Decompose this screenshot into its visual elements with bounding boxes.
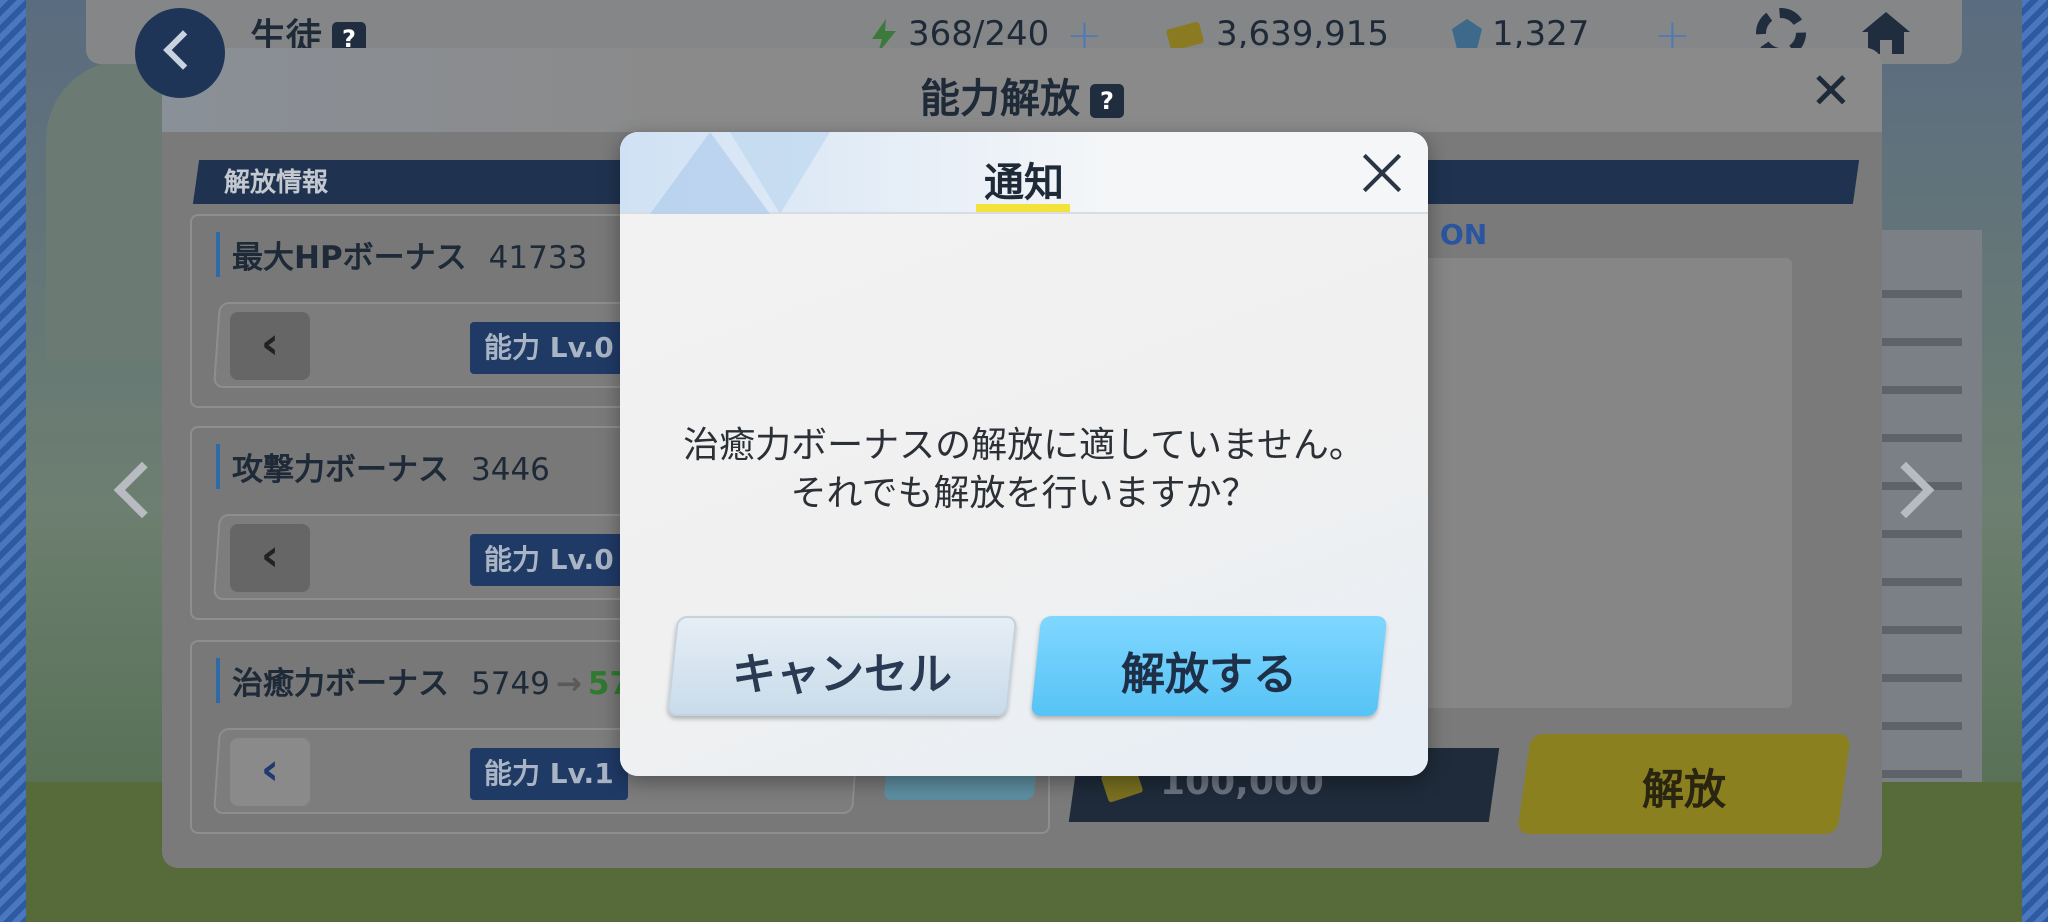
decrease-level-button[interactable]: ‹ xyxy=(230,524,310,592)
confirm-release-button-label: 解放する xyxy=(1121,649,1297,700)
credit-coin-icon xyxy=(1166,21,1204,51)
bonus-row: 最大HPボーナス 41733 xyxy=(216,232,587,277)
dialog-close-icon[interactable] xyxy=(1360,150,1404,194)
bonus-value: 3446 xyxy=(471,452,550,488)
decrease-level-button[interactable]: ‹ xyxy=(230,738,310,806)
bonus-name: 治癒力ボーナス xyxy=(232,666,449,702)
status-on-label: ON xyxy=(1440,218,1488,251)
release-button-label: 解放 xyxy=(1641,765,1726,814)
level-chip: 能力 Lv.1 xyxy=(470,748,628,800)
right-border-stripe xyxy=(2022,0,2048,922)
bonus-value: 41733 xyxy=(488,240,588,276)
decrease-level-button[interactable]: ‹ xyxy=(230,312,310,380)
bonus-name: 攻撃力ボーナス xyxy=(232,452,449,488)
bonus-row: 治癒力ボーナス 5749 → 57 xyxy=(216,658,631,703)
dialog-message-line1: 治癒力ボーナスの解放に適していません。 xyxy=(683,425,1365,466)
dialog-title: 通知 xyxy=(984,160,1064,206)
panel-close-icon[interactable]: ✕ xyxy=(1810,66,1852,116)
bonus-name: 最大HPボーナス xyxy=(232,240,467,276)
panel-title: 能力解放? xyxy=(162,66,1882,150)
bonus-value: 5749 xyxy=(471,666,550,702)
panel-help-icon[interactable]: ? xyxy=(1090,84,1124,118)
back-button[interactable] xyxy=(135,8,225,98)
dialog-message: 治癒力ボーナスの解放に適していません。 それでも解放を行いますか？ xyxy=(620,422,1428,518)
level-chip: 能力 Lv.0 xyxy=(470,534,628,586)
panel-title-text: 能力解放 xyxy=(920,76,1080,122)
arrow-right-icon: → xyxy=(555,666,582,702)
left-border-stripe xyxy=(0,0,26,922)
dialog-message-line2: それでも解放を行いますか？ xyxy=(790,473,1258,514)
bonus-row: 攻撃力ボーナス 3446 xyxy=(216,444,550,489)
section-label: 解放情報 xyxy=(224,168,329,198)
level-chip: 能力 Lv.0 xyxy=(470,322,628,374)
dialog-title-underline xyxy=(976,204,1070,212)
cancel-button-label: キャンセル xyxy=(732,649,952,700)
